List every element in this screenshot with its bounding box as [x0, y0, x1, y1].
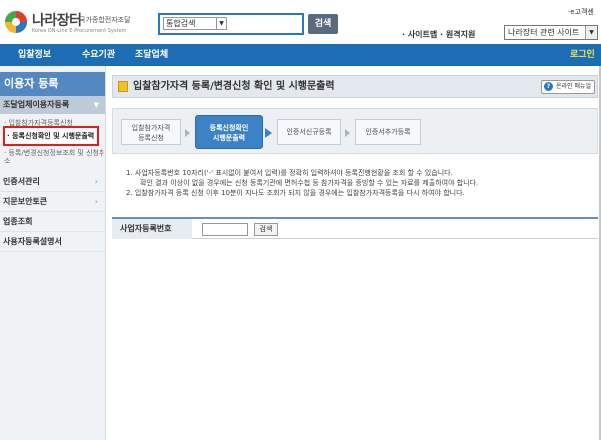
- sidebar: 이용자 등록 조달업체이용자등록 ▼ · 입찰참가자격등록신청 · 등록신청확인…: [0, 66, 106, 440]
- global-nav: 입찰정보 수요기관 조달업체 로그인: [0, 44, 601, 66]
- note-2: 2. 입찰참가자격 등록 신청 이후 10분이 지나도 조회가 되지 않을 경우…: [126, 189, 465, 197]
- instruction-notes: 1. 사업자등록번호 10자리('-' 표시없이 붙여서 입력)를 정확히 입력…: [118, 168, 598, 198]
- note-1-continued: 확인 결과 이상이 없을 경우에는 신청 등록기관에 면허수첩 등 참가자격을 …: [140, 179, 479, 187]
- business-number-input[interactable]: [202, 223, 248, 236]
- step-label-line1: 등록신청확인: [209, 124, 249, 132]
- step-arrow-icon: [185, 129, 190, 137]
- search-scope-select[interactable]: 통합검색 ▼: [163, 17, 227, 30]
- step-label-line2: 등록신청: [138, 134, 164, 142]
- sidebar-item-certificate[interactable]: 인증서관리 ›: [0, 172, 105, 192]
- online-manual-label: 온라인 매뉴얼: [556, 83, 592, 90]
- sidebar-title: 이용자 등록: [0, 72, 105, 96]
- sidebar-group-label: 조달업체이용자등록: [3, 100, 70, 109]
- step-label-line1: 입찰참가자격: [131, 124, 171, 132]
- sidebar-item-confirm-and-print[interactable]: · 등록신청확인 및 시행문출력: [3, 126, 99, 146]
- logo-english: Korea ON-Line E-Procurement System: [32, 28, 127, 34]
- note-1: 1. 사업자등록번호 10자리('-' 표시없이 붙여서 입력)를 정확히 입력…: [126, 169, 453, 177]
- sidebar-item-user-guide[interactable]: 사용자등록설명서: [0, 232, 105, 252]
- step-arrow-icon: [265, 128, 272, 138]
- top-links[interactable]: · 사이트맵 · 원격지원: [402, 29, 475, 40]
- chevron-right-icon: ›: [94, 197, 98, 206]
- header: 나라장터 국가종합전자조달 Korea ON-Line E-Procuremen…: [0, 0, 601, 44]
- step-certificate-new[interactable]: 인증서신규등록: [277, 119, 341, 145]
- chevron-right-icon: ›: [94, 177, 98, 186]
- step-confirm-and-print[interactable]: 등록신청확인 시행문출력: [195, 115, 263, 149]
- step-label-line2: 시행문출력: [212, 134, 246, 142]
- gnb-item-bid-info[interactable]: 입찰정보: [18, 44, 51, 66]
- business-number-form: 사업자등록번호 검색: [112, 217, 598, 239]
- nara-logo-icon: [4, 10, 28, 34]
- business-number-label: 사업자등록번호: [112, 219, 192, 239]
- ecustomer-link[interactable]: ·e고객센: [568, 7, 594, 17]
- step-certificate-add[interactable]: 인증서추가등록: [355, 119, 421, 145]
- sidebar-item-fingerprint-token[interactable]: 지문보안토큰 ›: [0, 192, 105, 212]
- chevron-down-icon: ▼: [93, 101, 99, 109]
- search-box[interactable]: 통합검색 ▼: [158, 13, 304, 35]
- step-label-line1: 인증서추가등록: [365, 128, 411, 136]
- help-icon: ?: [544, 82, 553, 91]
- sidebar-group-supplier-registration[interactable]: 조달업체이용자등록 ▼: [0, 96, 105, 114]
- sidebar-item-label: 인증서관리: [3, 177, 40, 186]
- chevron-down-icon: ▼: [216, 18, 226, 29]
- related-site-select[interactable]: 나라장터 관련 사이트 ▼: [504, 25, 598, 40]
- gnb-item-demand-agency[interactable]: 수요기관: [82, 44, 115, 66]
- logo-text: 나라장터: [32, 13, 82, 29]
- search-button[interactable]: 검색: [308, 14, 338, 34]
- online-manual-button[interactable]: ? 온라인 매뉴얼: [541, 80, 595, 94]
- step-label-line1: 인증서신규등록: [286, 128, 332, 136]
- chevron-down-icon: ▼: [585, 26, 597, 39]
- sidebar-item-label: 사용자등록설명서: [3, 237, 62, 246]
- page-header: 입찰참가자격 등록/변경신청 확인 및 시행문출력 ? 온라인 매뉴얼: [112, 75, 598, 98]
- step-arrow-icon: [345, 129, 350, 137]
- login-link[interactable]: 로그인: [570, 44, 595, 66]
- search-scope-value: 통합검색: [166, 19, 196, 28]
- sidebar-item-label: 지문보안토큰: [3, 197, 48, 206]
- gnb-item-supplier[interactable]: 조달업체: [135, 44, 168, 66]
- process-steps: 입찰참가자격 등록신청 등록신청확인 시행문출력 인증서신규등록 인증서추가등록: [112, 108, 598, 154]
- step-qualification-request[interactable]: 입찰참가자격 등록신청: [121, 119, 181, 145]
- nara-logo[interactable]: 나라장터 국가종합전자조달 Korea ON-Line E-Procuremen…: [4, 10, 134, 38]
- logo-subtitle: 국가종합전자조달: [79, 16, 131, 24]
- sidebar-item-label: 업종조회: [3, 217, 33, 226]
- sidebar-item-change-request-lookup-wrap: 소: [4, 157, 11, 165]
- related-site-value: 나라장터 관련 사이트: [508, 28, 580, 37]
- document-icon: [118, 81, 128, 92]
- page-title: 입찰참가자격 등록/변경신청 확인 및 시행문출력: [133, 81, 335, 92]
- business-number-search-button[interactable]: 검색: [254, 223, 278, 236]
- sidebar-item-industry-lookup[interactable]: 업종조회: [0, 212, 105, 232]
